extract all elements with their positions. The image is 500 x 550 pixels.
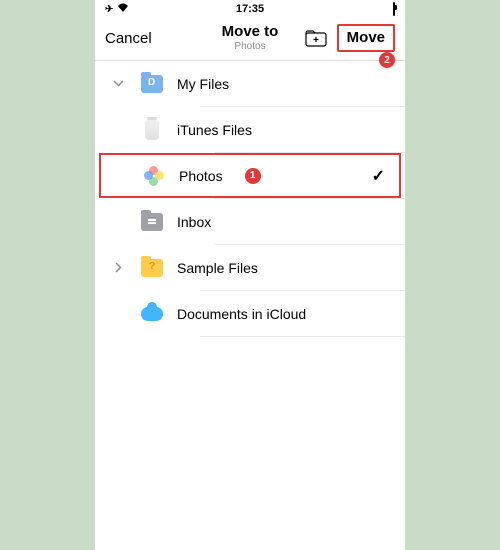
cancel-button[interactable]: Cancel <box>105 30 152 47</box>
nav-bar: Cancel Move to Photos Move 2 <box>95 18 405 61</box>
wifi-icon <box>117 3 129 15</box>
status-time: 17:35 <box>236 3 264 15</box>
photos-icon <box>141 163 167 189</box>
battery-icon <box>393 3 395 15</box>
row-icloud[interactable]: Documents in iCloud <box>95 291 405 336</box>
nav-title: Move to <box>222 24 279 41</box>
nav-subtitle: Photos <box>222 41 279 52</box>
folder-list: My Files iTunes Files Photos 1 ✓ Inbox <box>95 61 405 337</box>
status-bar: ✈ 17:35 <box>95 0 405 18</box>
inbox-folder-icon <box>139 209 165 235</box>
airplane-mode-icon: ✈ <box>105 4 113 15</box>
row-label: Photos <box>179 168 223 184</box>
row-label: Sample Files <box>177 260 258 276</box>
row-inbox[interactable]: Inbox <box>95 199 405 244</box>
move-button-label: Move <box>347 29 385 46</box>
row-label: iTunes Files <box>177 122 252 138</box>
chevron-down-icon <box>109 80 127 87</box>
row-photos[interactable]: Photos 1 ✓ <box>99 153 401 198</box>
row-itunes-files[interactable]: iTunes Files <box>95 107 405 152</box>
chevron-right-icon <box>109 262 127 273</box>
folder-icon <box>139 255 165 281</box>
row-sample-files[interactable]: Sample Files <box>95 245 405 290</box>
nav-title-group: Move to Photos <box>222 24 279 52</box>
row-label: Inbox <box>177 214 211 230</box>
checkmark-icon: ✓ <box>372 166 385 186</box>
phone-screen: ✈ 17:35 Cancel Move to Photos Mov <box>95 0 405 550</box>
cloud-icon <box>139 301 165 327</box>
row-my-files[interactable]: My Files <box>95 61 405 106</box>
row-label: Documents in iCloud <box>177 306 306 322</box>
itunes-icon <box>139 117 165 143</box>
move-button[interactable]: Move 2 <box>337 24 395 52</box>
new-folder-icon[interactable] <box>305 29 327 47</box>
annotation-badge-1: 1 <box>245 168 261 184</box>
row-label: My Files <box>177 76 229 92</box>
folder-icon <box>139 71 165 97</box>
